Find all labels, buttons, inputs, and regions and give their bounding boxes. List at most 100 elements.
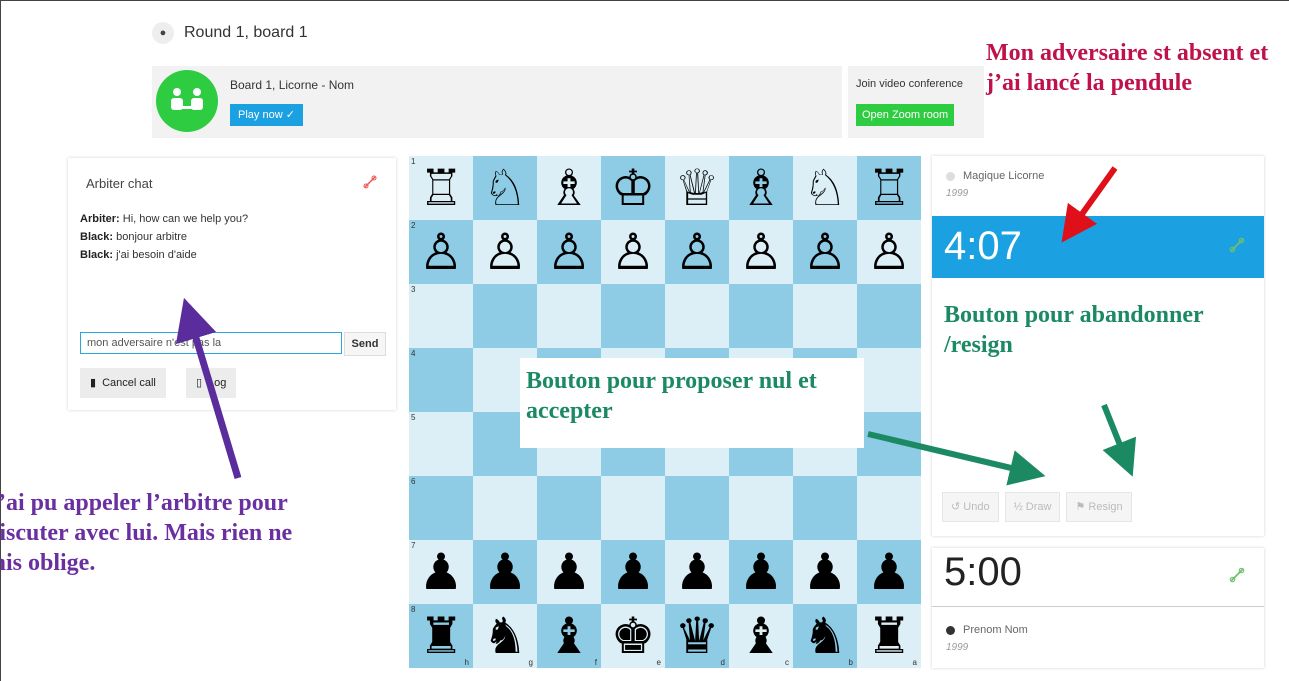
board-square[interactable]: 7 ♟ (409, 540, 473, 604)
board-square[interactable]: ♕ (665, 156, 729, 220)
chess-piece[interactable]: ♘ (803, 163, 848, 213)
board-square[interactable] (665, 284, 729, 348)
chess-piece[interactable]: ♝ (547, 611, 592, 661)
chess-piece[interactable]: ♟ (483, 547, 528, 597)
board-square[interactable] (537, 284, 601, 348)
chess-piece[interactable]: ♟ (675, 547, 720, 597)
board-square[interactable] (857, 476, 921, 540)
chess-piece[interactable]: ♛ (675, 611, 720, 661)
breadcrumb-label[interactable]: Round 1, board 1 (184, 24, 308, 42)
board-square[interactable]: ♔ (601, 156, 665, 220)
chess-piece[interactable]: ♜ (867, 611, 912, 661)
board-square[interactable]: e ♚ (601, 604, 665, 668)
board-square[interactable] (793, 476, 857, 540)
board-square[interactable]: ♟ (665, 540, 729, 604)
send-button[interactable]: Send (344, 332, 386, 356)
board-square[interactable] (473, 284, 537, 348)
chess-piece[interactable]: ♙ (675, 227, 720, 277)
undo-button[interactable]: ↺ Undo (942, 492, 999, 522)
board-square[interactable]: ♙ (857, 220, 921, 284)
chess-piece[interactable]: ♖ (419, 163, 464, 213)
board-square[interactable]: g ♞ (473, 604, 537, 668)
board-card: Board 1, Licorne - Nom Play now ✓ (152, 66, 842, 138)
board-square[interactable] (729, 284, 793, 348)
chess-piece[interactable]: ♟ (419, 547, 464, 597)
chess-piece[interactable]: ♗ (547, 163, 592, 213)
home-icon[interactable]: ● (152, 22, 174, 44)
resign-button[interactable]: ⚑ Resign (1066, 492, 1132, 522)
chat-input[interactable] (80, 332, 342, 354)
board-square[interactable]: ♙ (537, 220, 601, 284)
board-square[interactable] (729, 476, 793, 540)
board-square[interactable]: 8 h ♜ (409, 604, 473, 668)
draw-button[interactable]: ½ Draw (1004, 492, 1061, 522)
board-square[interactable] (793, 284, 857, 348)
chess-piece[interactable]: ♙ (739, 227, 784, 277)
log-button[interactable]: ▯ Log (186, 368, 237, 398)
board-square[interactable] (473, 476, 537, 540)
cancel-call-button[interactable]: ▮ Cancel call (80, 368, 166, 398)
chess-piece[interactable]: ♙ (803, 227, 848, 277)
chess-piece[interactable]: ♘ (483, 163, 528, 213)
chess-piece[interactable]: ♞ (803, 611, 848, 661)
board-square[interactable]: ♟ (793, 540, 857, 604)
play-now-button[interactable]: Play now ✓ (230, 104, 303, 126)
board-square[interactable]: f ♝ (537, 604, 601, 668)
board-square[interactable]: ♙ (793, 220, 857, 284)
board-square[interactable]: ♘ (793, 156, 857, 220)
board-square[interactable]: ♟ (857, 540, 921, 604)
board-square[interactable] (665, 476, 729, 540)
board-square[interactable]: ♖ (857, 156, 921, 220)
board-square[interactable]: 5 (409, 412, 473, 476)
chess-piece[interactable]: ♟ (547, 547, 592, 597)
board-square[interactable] (537, 476, 601, 540)
chess-piece[interactable]: ♙ (419, 227, 464, 277)
chess-piece[interactable]: ♟ (739, 547, 784, 597)
chess-piece[interactable]: ♗ (739, 163, 784, 213)
board-square[interactable]: ♙ (473, 220, 537, 284)
board-square[interactable]: 6 (409, 476, 473, 540)
open-zoom-button[interactable]: Open Zoom room (856, 104, 955, 126)
board-square[interactable]: ♙ (729, 220, 793, 284)
chess-piece[interactable]: ♚ (611, 611, 656, 661)
board-square[interactable]: 4 (409, 348, 473, 412)
file-icon: ▯ (196, 377, 203, 389)
frame-left-border (0, 0, 1, 681)
chess-piece[interactable]: ♟ (611, 547, 656, 597)
file-label: d (720, 658, 725, 667)
board-square[interactable]: ♟ (729, 540, 793, 604)
chess-piece[interactable]: ♙ (547, 227, 592, 277)
board-square[interactable]: ♗ (537, 156, 601, 220)
chess-piece[interactable]: ♝ (739, 611, 784, 661)
board-square[interactable]: c ♝ (729, 604, 793, 668)
board-square[interactable]: d ♛ (665, 604, 729, 668)
chess-piece[interactable]: ♜ (419, 611, 464, 661)
chess-piece[interactable]: ♟ (803, 547, 848, 597)
board-square[interactable]: b ♞ (793, 604, 857, 668)
breadcrumb: ● Round 1, board 1 (152, 22, 308, 44)
chess-piece[interactable]: ♙ (867, 227, 912, 277)
board-square[interactable]: ♟ (601, 540, 665, 604)
board-square[interactable]: ♗ (729, 156, 793, 220)
chess-piece[interactable]: ♖ (867, 163, 912, 213)
chess-piece[interactable]: ♙ (483, 227, 528, 277)
board-square[interactable]: ♙ (665, 220, 729, 284)
board-square[interactable]: ♟ (473, 540, 537, 604)
chess-piece[interactable]: ♞ (483, 611, 528, 661)
board-square[interactable]: 2 ♙ (409, 220, 473, 284)
chess-piece[interactable]: ♟ (867, 547, 912, 597)
board-square[interactable]: 3 (409, 284, 473, 348)
chess-piece[interactable]: ♙ (611, 227, 656, 277)
board-square[interactable] (857, 412, 921, 476)
board-square[interactable]: ♟ (537, 540, 601, 604)
chess-piece[interactable]: ♕ (675, 163, 720, 213)
chess-piece[interactable]: ♔ (611, 163, 656, 213)
board-square[interactable] (857, 348, 921, 412)
board-square[interactable]: ♘ (473, 156, 537, 220)
board-square[interactable]: 1 ♖ (409, 156, 473, 220)
board-square[interactable]: a ♜ (857, 604, 921, 668)
board-square[interactable] (601, 476, 665, 540)
board-square[interactable] (601, 284, 665, 348)
board-square[interactable]: ♙ (601, 220, 665, 284)
board-square[interactable] (857, 284, 921, 348)
